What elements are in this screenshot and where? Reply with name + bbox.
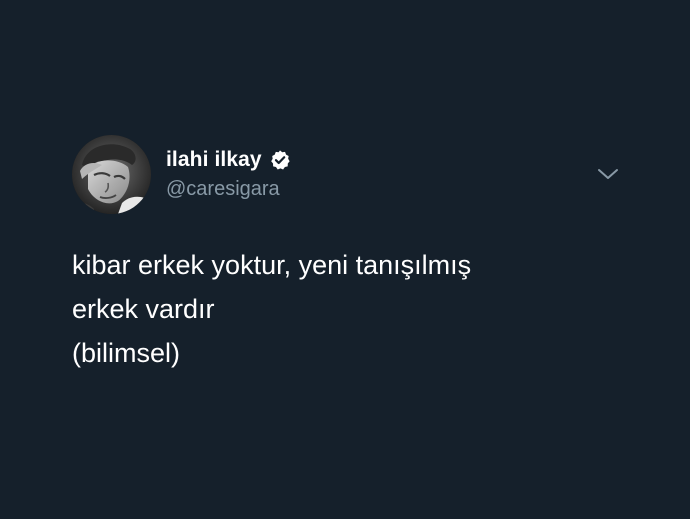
tweet-card: ilahi ilkay @caresigara kibar erkek yokt… xyxy=(0,0,690,519)
author-name-row[interactable]: ilahi ilkay xyxy=(166,147,291,173)
tweet-text-line: (bilimsel) xyxy=(72,338,180,368)
avatar-photo-icon xyxy=(72,135,151,214)
avatar[interactable] xyxy=(72,135,151,214)
chevron-down-icon[interactable] xyxy=(597,166,619,182)
tweet-text-line: kibar erkek yoktur, yeni tanışılmış xyxy=(72,250,472,280)
display-name[interactable]: ilahi ilkay xyxy=(166,148,262,172)
tweet-text: kibar erkek yoktur, yeni tanışılmış erke… xyxy=(72,243,632,375)
user-handle[interactable]: @caresigara xyxy=(166,178,280,201)
tweet-text-line: erkek vardır xyxy=(72,294,215,324)
verified-badge-icon xyxy=(269,149,291,171)
